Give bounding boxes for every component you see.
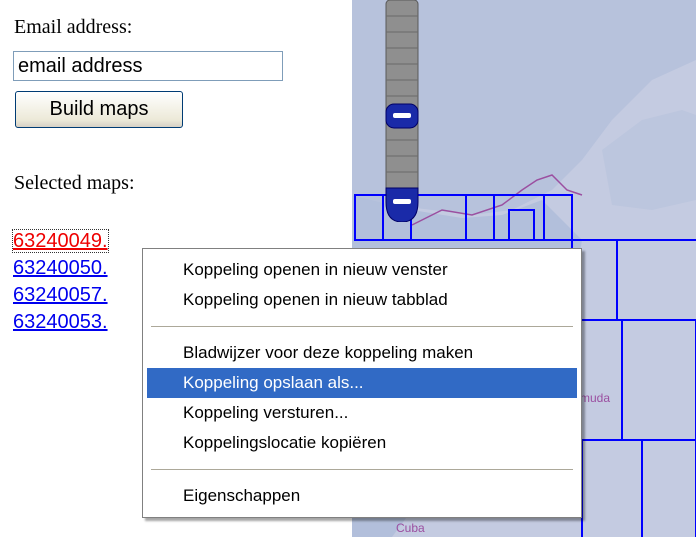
build-maps-button[interactable]: Build maps (15, 91, 183, 128)
zoom-slider[interactable] (383, 0, 421, 222)
selected-maps-label: Selected maps: (14, 172, 135, 194)
context-menu: Koppeling openen in nieuw venster Koppel… (142, 248, 582, 518)
zoom-track (385, 0, 419, 201)
map-link[interactable]: 63240057. (13, 284, 108, 306)
menu-separator (151, 469, 573, 470)
zoom-out-button[interactable] (385, 187, 419, 222)
land-newfoundland (602, 110, 696, 210)
list-item: 63240050. (13, 257, 108, 284)
map-link[interactable]: 63240050. (13, 257, 108, 279)
menu-item-copy-link-location[interactable]: Koppelingslocatie kopiëren (147, 428, 577, 458)
menu-item-properties[interactable]: Eigenschappen (147, 481, 577, 511)
list-item: 63240053. (13, 311, 108, 338)
email-label: Email address: (14, 16, 133, 38)
menu-item-open-new-window[interactable]: Koppeling openen in nieuw venster (147, 255, 577, 285)
menu-item-open-new-tab[interactable]: Koppeling openen in nieuw tabblad (147, 285, 577, 315)
email-input[interactable] (13, 51, 283, 81)
selected-maps-list: 63240049. 63240050. 63240057. 63240053. (12, 229, 109, 338)
map-link[interactable]: 63240053. (13, 311, 108, 333)
minus-icon (393, 199, 411, 204)
menu-separator (151, 326, 573, 327)
zoom-thumb-grip (393, 113, 411, 118)
menu-item-bookmark-link[interactable]: Bladwijzer voor deze koppeling maken (147, 338, 577, 368)
list-item: 63240049. (12, 229, 109, 257)
list-item: 63240057. (13, 284, 108, 311)
map-link[interactable]: 63240049. (12, 229, 109, 253)
menu-item-save-link-as[interactable]: Koppeling opslaan als... (147, 368, 577, 398)
menu-item-send-link[interactable]: Koppeling versturen... (147, 398, 577, 428)
map-label-cuba: Cuba (396, 521, 425, 535)
